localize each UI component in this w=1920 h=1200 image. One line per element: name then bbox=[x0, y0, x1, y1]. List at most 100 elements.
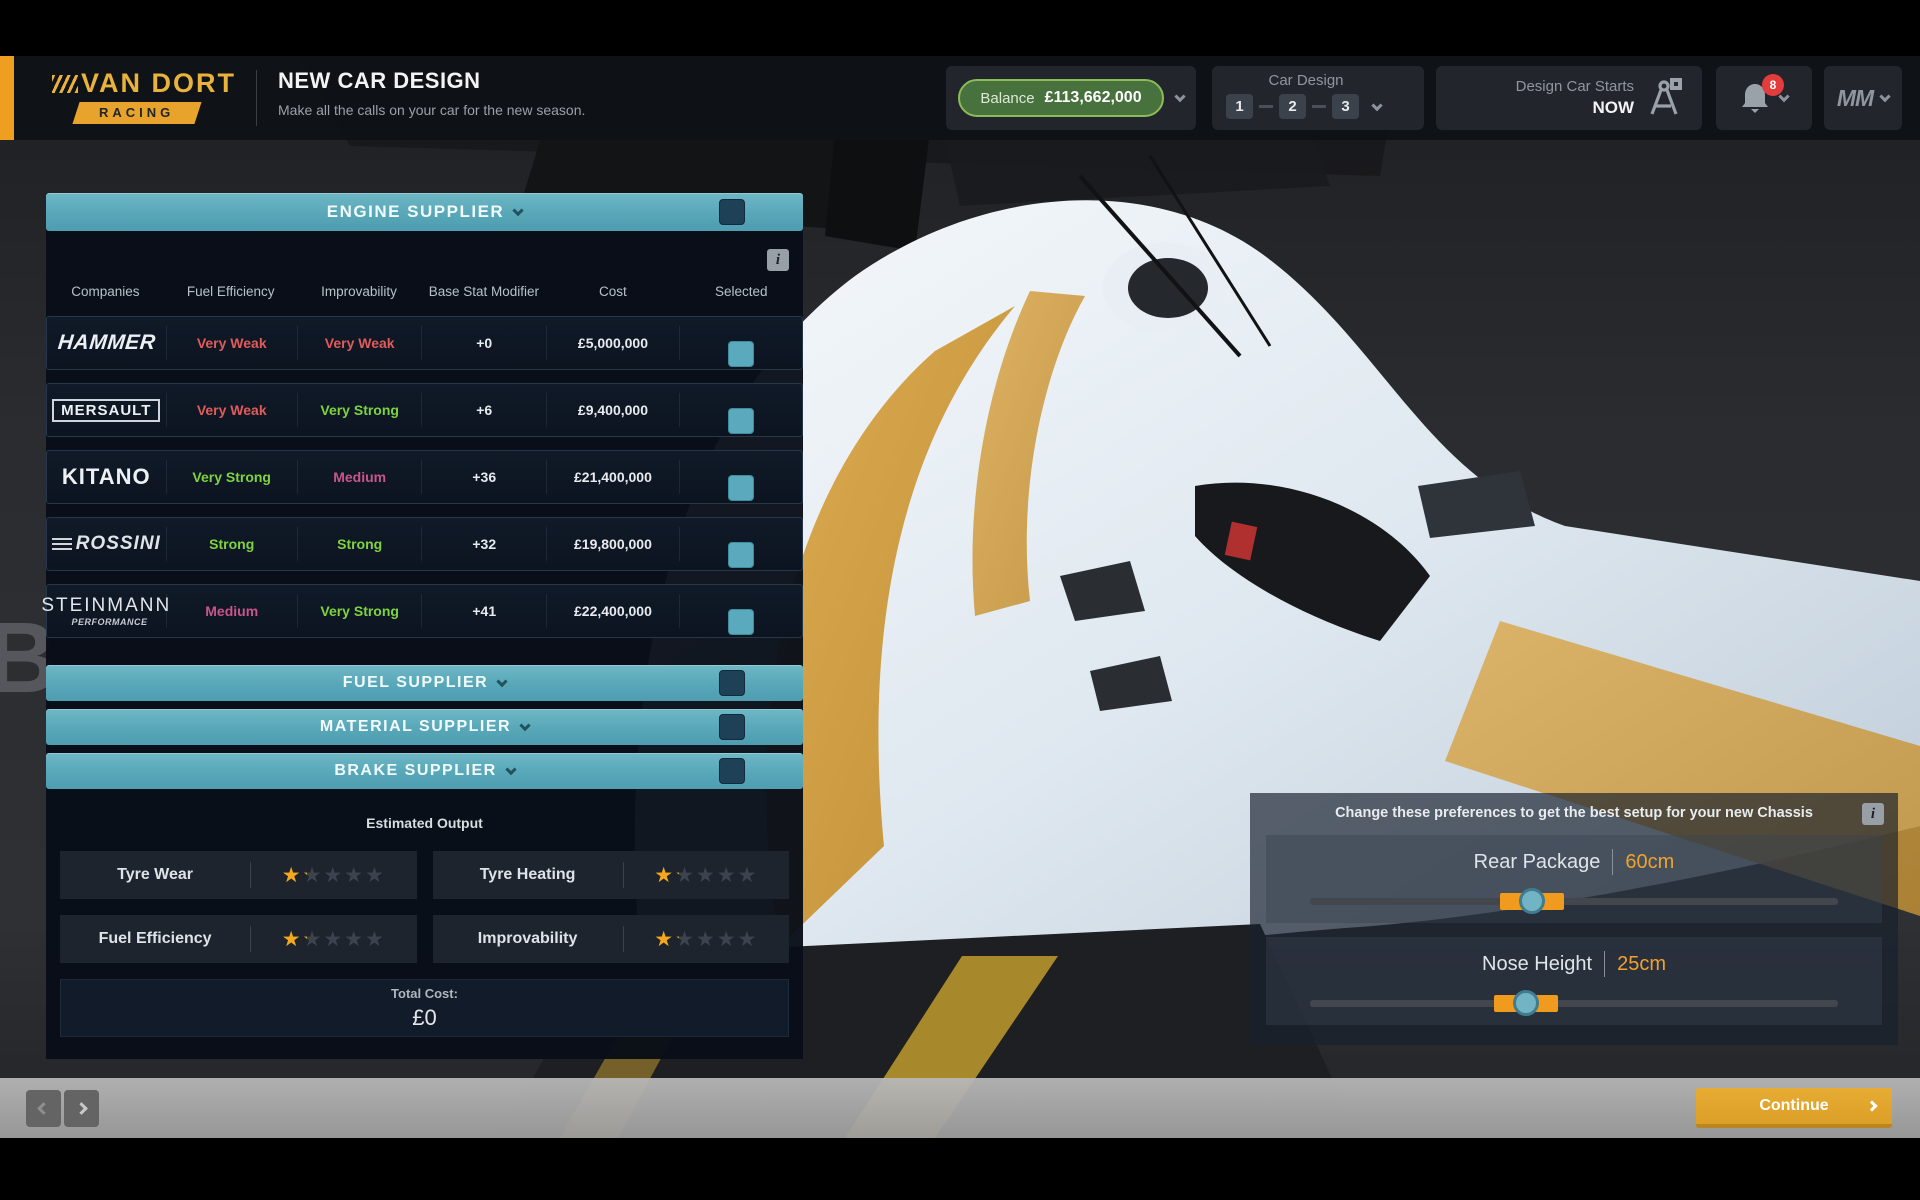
estimated-output-grid: Tyre Wear ★★★★★★★★★★ Tyre Heating ★★★★★★… bbox=[60, 851, 789, 963]
kitano-logo: KITANO bbox=[62, 464, 151, 490]
game-menu-button[interactable]: MM bbox=[1824, 66, 1902, 130]
material-supplier-header[interactable]: MATERIAL SUPPLIER bbox=[46, 709, 803, 745]
select-supplier-checkbox[interactable] bbox=[728, 609, 754, 635]
cost-value: £21,400,000 bbox=[546, 460, 679, 494]
steinmann-logo: STEINMANN bbox=[41, 595, 171, 617]
estimate-tyre-wear: Tyre Wear ★★★★★★★★★★ bbox=[60, 851, 417, 899]
column-selected: Selected bbox=[680, 284, 803, 299]
table-row-steinmann[interactable]: STEINMANN PERFORMANCE Medium Very Strong… bbox=[46, 584, 803, 638]
car-design-progress-dropdown[interactable]: Car Design 1 2 3 bbox=[1212, 66, 1424, 130]
rear-package-group: Rear Package 60cm bbox=[1266, 835, 1882, 923]
brake-supplier-checkbox[interactable] bbox=[719, 758, 745, 784]
continue-label: Continue bbox=[1759, 1097, 1828, 1115]
design-starts-text: Design Car Starts NOW bbox=[1516, 78, 1634, 118]
select-supplier-checkbox[interactable] bbox=[728, 408, 754, 434]
chevron-right-icon bbox=[1866, 1100, 1877, 1111]
rear-package-slider[interactable] bbox=[1310, 898, 1838, 905]
supplier-panel: ENGINE SUPPLIER i Companies Fuel Efficie… bbox=[46, 193, 803, 1059]
estimate-fuel-efficiency: Fuel Efficiency ★★★★★★★★★★ bbox=[60, 915, 417, 963]
improvability-rating: Very Strong bbox=[297, 393, 422, 427]
team-logo: VAN DORT RACING bbox=[52, 68, 252, 124]
chevron-down-icon bbox=[1879, 91, 1890, 102]
car-design-label: Car Design bbox=[1226, 72, 1386, 89]
top-bar: VAN DORT RACING NEW CAR DESIGN Make all … bbox=[0, 56, 1920, 140]
rossini-logo: ROSSINI bbox=[52, 533, 161, 555]
chevron-down-icon bbox=[1371, 99, 1382, 110]
info-icon[interactable]: i bbox=[1862, 803, 1884, 825]
page-heading: NEW CAR DESIGN Make all the calls on you… bbox=[278, 68, 585, 118]
nose-height-slider[interactable] bbox=[1310, 1000, 1838, 1007]
total-cost-box: Total Cost: £0 bbox=[60, 979, 789, 1037]
engine-supplier-checkbox[interactable] bbox=[719, 199, 745, 225]
chevron-right-icon bbox=[75, 1102, 88, 1115]
rear-package-slider-handle[interactable] bbox=[1519, 888, 1545, 914]
notifications-button[interactable]: 8 bbox=[1716, 66, 1812, 130]
rear-package-label: Rear Package bbox=[1474, 851, 1601, 874]
select-supplier-checkbox[interactable] bbox=[728, 341, 754, 367]
team-name: VAN DORT bbox=[81, 68, 236, 98]
nose-height-label: Nose Height bbox=[1482, 953, 1592, 976]
table-row-mersault[interactable]: MERSAULT Very Weak Very Strong +6 £9,400… bbox=[46, 383, 803, 437]
back-button[interactable] bbox=[26, 1090, 61, 1127]
rear-package-value: 60cm bbox=[1625, 851, 1674, 874]
material-supplier-checkbox[interactable] bbox=[719, 714, 745, 740]
step-2: 2 bbox=[1279, 94, 1306, 119]
star-rating: ★★★★★★★★★★ bbox=[282, 865, 386, 886]
brake-supplier-header[interactable]: BRAKE SUPPLIER bbox=[46, 753, 803, 789]
cost-value: £19,800,000 bbox=[546, 527, 679, 561]
drafting-compass-icon bbox=[1646, 76, 1686, 120]
fuel-rating: Very Strong bbox=[166, 460, 297, 494]
fuel-supplier-header[interactable]: FUEL SUPPLIER bbox=[46, 665, 803, 701]
mersault-logo: MERSAULT bbox=[52, 399, 160, 422]
fuel-supplier-title: FUEL SUPPLIER bbox=[343, 674, 488, 692]
nose-height-value: 25cm bbox=[1617, 953, 1666, 976]
engine-supplier-title: ENGINE SUPPLIER bbox=[327, 202, 504, 222]
table-row-hammer[interactable]: HAMMER Very Weak Very Weak +0 £5,000,000 bbox=[46, 316, 803, 370]
team-sub-label: RACING bbox=[99, 102, 174, 124]
total-cost-value: £0 bbox=[412, 1005, 436, 1031]
star-rating: ★★★★★★★★★★ bbox=[654, 929, 758, 950]
design-car-starts-widget[interactable]: Design Car Starts NOW bbox=[1436, 66, 1702, 130]
table-row-kitano[interactable]: KITANO Very Strong Medium +36 £21,400,00… bbox=[46, 450, 803, 504]
column-fuel-efficiency: Fuel Efficiency bbox=[165, 284, 297, 299]
improvability-rating: Strong bbox=[297, 527, 422, 561]
forward-button[interactable] bbox=[64, 1090, 99, 1127]
estimated-output-title: Estimated Output bbox=[46, 815, 803, 831]
step-1: 1 bbox=[1226, 94, 1253, 119]
balance-pill: Balance £113,662,000 bbox=[958, 79, 1164, 117]
design-starts-value: NOW bbox=[1516, 98, 1634, 118]
steinmann-performance-label: PERFORMANCE bbox=[72, 617, 148, 627]
fuel-rating: Medium bbox=[166, 594, 297, 628]
nose-height-slider-handle[interactable] bbox=[1513, 990, 1539, 1016]
chevron-down-icon bbox=[519, 720, 530, 731]
table-row-rossini[interactable]: ROSSINI Strong Strong +32 £19,800,000 bbox=[46, 517, 803, 571]
collapsed-supplier-sections: FUEL SUPPLIER MATERIAL SUPPLIER BRAKE SU… bbox=[46, 665, 803, 789]
rossini-stripes-icon bbox=[52, 538, 72, 550]
step-dash bbox=[1259, 105, 1273, 108]
continue-button[interactable]: Continue bbox=[1696, 1088, 1892, 1128]
base-stat-modifier: +6 bbox=[421, 393, 546, 427]
star-rating: ★★★★★★★★★★ bbox=[282, 929, 386, 950]
column-companies: Companies bbox=[46, 284, 165, 299]
engine-supplier-header[interactable]: ENGINE SUPPLIER bbox=[46, 193, 803, 231]
brake-supplier-title: BRAKE SUPPLIER bbox=[334, 762, 496, 780]
select-supplier-checkbox[interactable] bbox=[728, 542, 754, 568]
chassis-preferences-panel: Change these preferences to get the best… bbox=[1250, 793, 1898, 1045]
chevron-down-icon bbox=[497, 676, 508, 687]
balance-dropdown[interactable]: Balance £113,662,000 bbox=[946, 66, 1196, 130]
base-stat-modifier: +41 bbox=[421, 594, 546, 628]
improvability-rating: Very Weak bbox=[297, 326, 422, 360]
base-stat-modifier: +36 bbox=[421, 460, 546, 494]
cost-value: £5,000,000 bbox=[546, 326, 679, 360]
hammer-logo: HAMMER bbox=[56, 331, 156, 355]
nose-height-group: Nose Height 25cm bbox=[1266, 937, 1882, 1025]
fuel-supplier-checkbox[interactable] bbox=[719, 670, 745, 696]
page-title: NEW CAR DESIGN bbox=[278, 68, 585, 94]
select-supplier-checkbox[interactable] bbox=[728, 475, 754, 501]
team-accent-bar bbox=[0, 56, 14, 140]
info-icon[interactable]: i bbox=[767, 249, 789, 271]
design-starts-label: Design Car Starts bbox=[1516, 78, 1634, 95]
car-design-steps: 1 2 3 bbox=[1226, 94, 1414, 119]
balance-value: £113,662,000 bbox=[1045, 89, 1142, 107]
bottom-bar: Continue bbox=[0, 1078, 1920, 1138]
